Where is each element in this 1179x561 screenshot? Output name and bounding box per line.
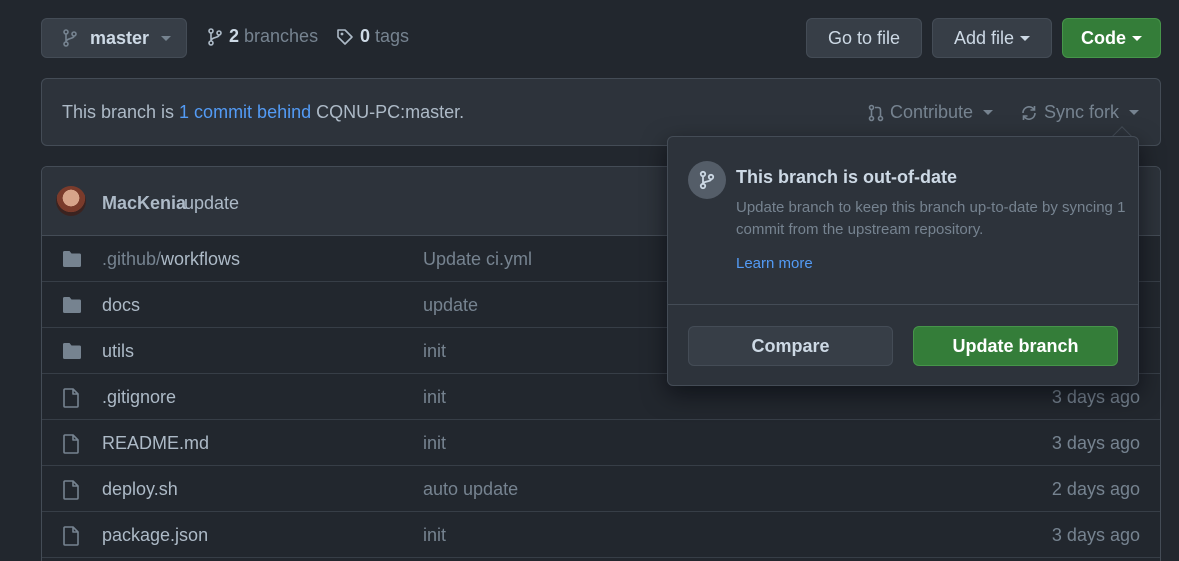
- commit-age: 3 days ago: [1051, 387, 1140, 407]
- commit-age: 2 days ago: [1051, 479, 1140, 499]
- chevron-down-icon: [1132, 35, 1142, 41]
- tags-count: 0: [360, 26, 371, 46]
- chevron-down-icon: [1129, 110, 1140, 115]
- branch-select-button[interactable]: master: [41, 18, 187, 58]
- commit-message-link[interactable]: init: [423, 341, 446, 362]
- go-to-file-label: Go to file: [827, 27, 901, 48]
- git-branch-icon: [688, 161, 726, 199]
- update-branch-button[interactable]: Update branch: [913, 326, 1118, 366]
- file-name: package.json: [102, 525, 209, 545]
- branch-status-suffix: CQNU-PC:master.: [311, 102, 465, 122]
- chevron-down-icon: [1020, 35, 1031, 41]
- file-icon: [62, 434, 80, 454]
- commits-behind-link[interactable]: 1 commit behind: [179, 102, 311, 122]
- pull-request-icon: [868, 104, 884, 122]
- commit-message-link[interactable]: auto update: [423, 479, 518, 500]
- file-icon: [62, 480, 80, 500]
- table-row[interactable]: deploy.sh auto update 2 days ago: [42, 466, 1160, 512]
- file-name-link[interactable]: README.md: [102, 433, 209, 454]
- tag-icon: [336, 28, 354, 46]
- git-branch-icon: [207, 27, 223, 46]
- tags-label: tags: [375, 26, 410, 46]
- branches-link[interactable]: 2 branches: [207, 26, 318, 47]
- popover-description: Update branch to keep this branch up-to-…: [736, 199, 1126, 238]
- file-name: README.md: [102, 433, 210, 453]
- add-file-button[interactable]: Add file: [932, 18, 1052, 58]
- file-path-prefix: .github/: [102, 249, 162, 269]
- file-name: utils: [102, 341, 135, 361]
- sync-fork-button[interactable]: Sync fork: [1020, 102, 1140, 123]
- commit-message-link[interactable]: update: [423, 295, 478, 316]
- contribute-button[interactable]: Contribute: [868, 102, 994, 123]
- file-icon: [62, 388, 80, 408]
- commit-message-link[interactable]: init: [423, 525, 446, 546]
- sync-icon: [1020, 104, 1038, 122]
- code-button[interactable]: Code: [1062, 18, 1161, 58]
- file-name: workflows: [161, 249, 241, 269]
- commit-message-link[interactable]: update: [184, 193, 239, 214]
- file-name: deploy.sh: [102, 479, 178, 499]
- go-to-file-button[interactable]: Go to file: [806, 18, 922, 58]
- tags-link[interactable]: 0 tags: [336, 26, 409, 47]
- table-row[interactable]: package.json init 3 days ago: [42, 512, 1160, 558]
- file-name-link[interactable]: .gitignore: [102, 387, 176, 408]
- compare-button[interactable]: Compare: [688, 326, 893, 366]
- folder-icon: [62, 342, 82, 360]
- folder-icon: [62, 296, 82, 314]
- file-name: docs: [102, 295, 141, 315]
- file-name-link[interactable]: .github/workflows: [102, 249, 240, 270]
- file-name-link[interactable]: utils: [102, 341, 134, 362]
- sync-fork-label: Sync fork: [1044, 102, 1120, 122]
- contribute-label: Contribute: [890, 102, 974, 122]
- code-label: Code: [1081, 27, 1126, 48]
- learn-more-link[interactable]: Learn more: [736, 255, 813, 272]
- commit-age: 3 days ago: [1051, 525, 1140, 545]
- folder-icon: [62, 250, 82, 268]
- add-file-label: Add file: [953, 27, 1015, 48]
- file-name-link[interactable]: package.json: [102, 525, 208, 546]
- file-name-link[interactable]: docs: [102, 295, 140, 316]
- git-branch-icon: [62, 29, 78, 47]
- branches-count: 2: [229, 26, 240, 46]
- branch-status-text: This branch is 1 commit behind CQNU-PC:m…: [62, 102, 464, 123]
- avatar[interactable]: [56, 186, 86, 216]
- sync-fork-popover: This branch is out-of-date Update branch…: [667, 136, 1139, 386]
- divider: [668, 304, 1138, 305]
- commit-author-link[interactable]: MacKenia: [102, 193, 186, 214]
- commit-message-link[interactable]: init: [423, 433, 446, 454]
- commit-message-link[interactable]: Update ci.yml: [423, 249, 532, 270]
- commit-age: 3 days ago: [1051, 433, 1140, 453]
- branch-status-prefix: This branch is: [62, 102, 180, 122]
- chevron-down-icon: [161, 35, 172, 41]
- table-row[interactable]: README.md init 3 days ago: [42, 420, 1160, 466]
- file-icon: [62, 526, 80, 546]
- commit-message-link[interactable]: init: [423, 387, 446, 408]
- popover-title: This branch is out-of-date: [736, 167, 958, 187]
- file-name-link[interactable]: deploy.sh: [102, 479, 178, 500]
- chevron-down-icon: [983, 110, 994, 115]
- branch-name: master: [90, 27, 150, 48]
- branches-label: branches: [244, 26, 319, 46]
- file-name: .gitignore: [102, 387, 177, 407]
